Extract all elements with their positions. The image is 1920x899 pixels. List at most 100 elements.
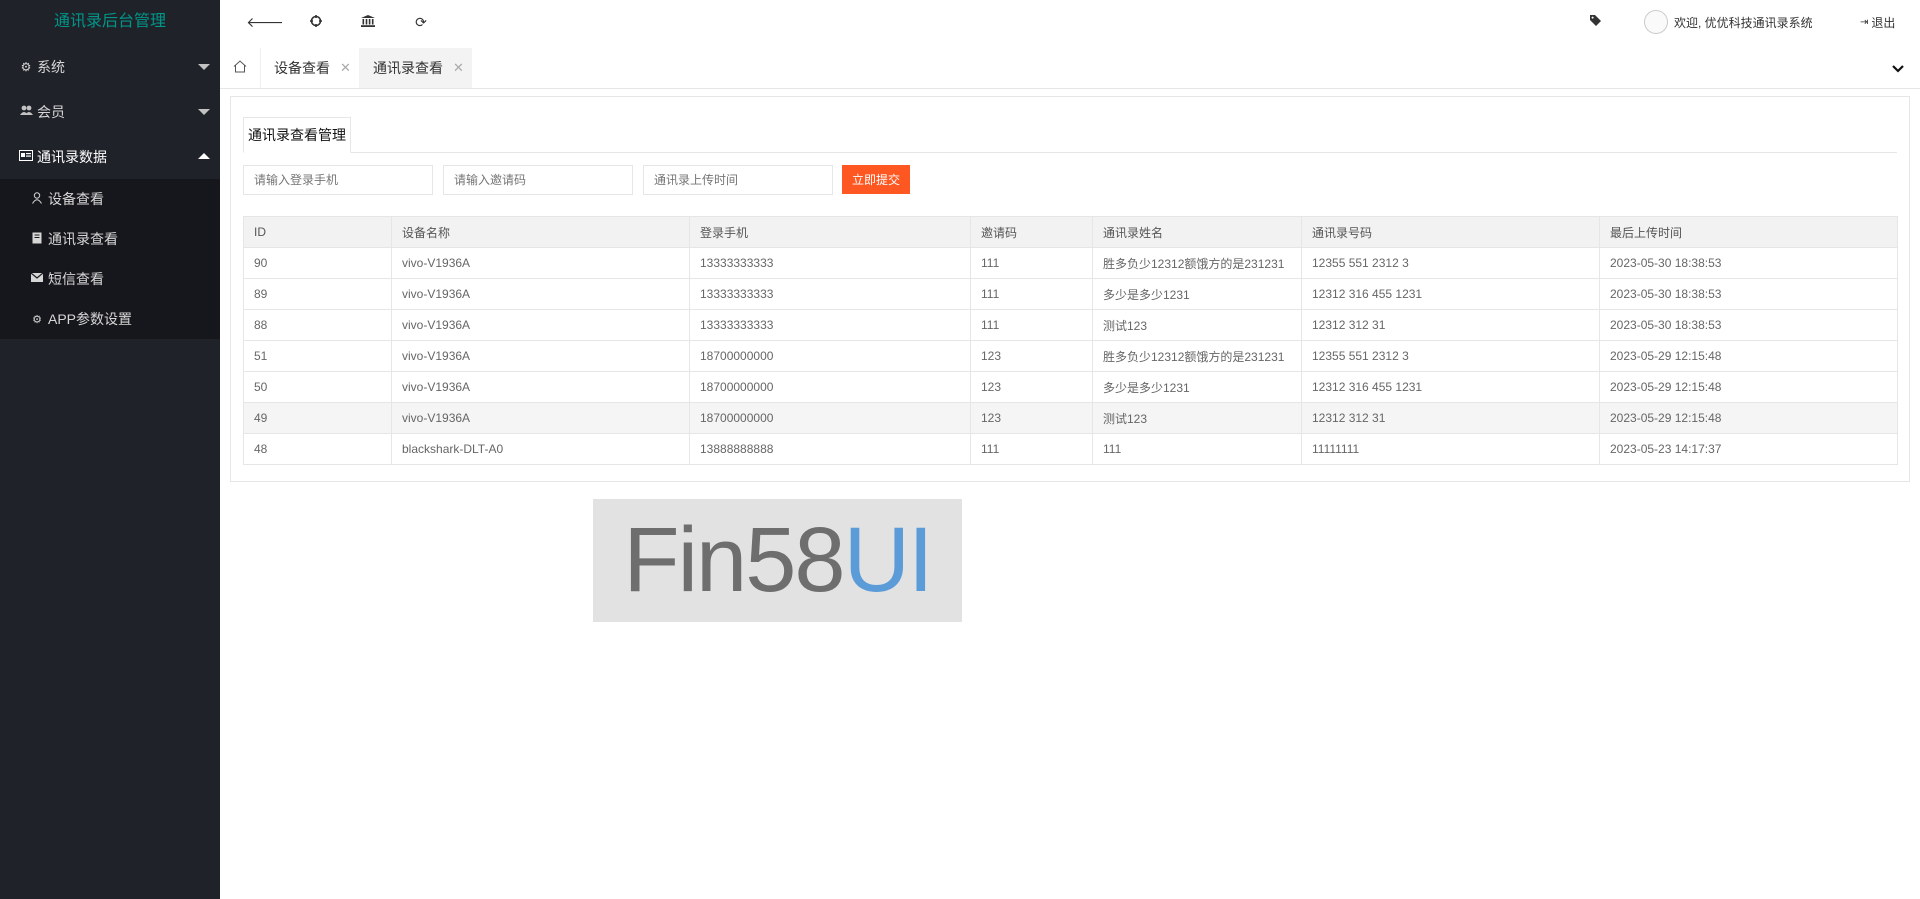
column-header-contact-number: 通讯录号码 xyxy=(1301,216,1600,248)
chevron-down-icon xyxy=(198,63,210,70)
cell-upload-time: 2023-05-30 18:38:53 xyxy=(1599,247,1898,279)
cell-contact-name: 111 xyxy=(1092,433,1302,465)
cell-code: 111 xyxy=(970,278,1093,310)
close-icon[interactable]: ✕ xyxy=(453,60,464,76)
sidebar-item-devices[interactable]: 设备查看 xyxy=(0,179,220,219)
cell-code: 111 xyxy=(970,309,1093,341)
chevron-down-icon xyxy=(198,108,210,115)
avatar xyxy=(1644,10,1668,34)
cell-upload-time: 2023-05-29 12:15:48 xyxy=(1599,371,1898,403)
refresh-button[interactable]: ⟳ xyxy=(401,0,441,44)
sidebar-item-system[interactable]: ⚙ 系统 xyxy=(0,44,220,89)
sidebar-item-label: 通讯录数据 xyxy=(37,148,107,165)
tag-button[interactable] xyxy=(1590,0,1601,44)
submit-button[interactable]: 立即提交 xyxy=(842,165,910,194)
cell-upload-time: 2023-05-29 12:15:48 xyxy=(1599,340,1898,372)
logout-icon: ⇥ xyxy=(1860,16,1869,28)
cell-contact-number: 12355 551 2312 3 xyxy=(1301,340,1600,372)
sidebar-item-sms[interactable]: 短信查看 xyxy=(0,259,220,299)
upload-time-input[interactable] xyxy=(643,165,833,195)
divider xyxy=(243,152,1897,153)
sidebar-item-label: 短信查看 xyxy=(48,271,104,287)
user-icon xyxy=(30,191,44,207)
fullscreen-button[interactable] xyxy=(296,0,336,44)
cell-contact-name: 测试123 xyxy=(1092,309,1302,341)
cell-device: vivo-V1936A xyxy=(391,371,690,403)
cell-phone: 13333333333 xyxy=(689,278,971,310)
logout-button[interactable]: ⇥ 退出 xyxy=(1860,0,1895,44)
home-tab[interactable] xyxy=(220,48,261,88)
cell-contact-number: 12312 316 455 1231 xyxy=(1301,371,1600,403)
cell-contact-name: 多少是多少1231 xyxy=(1092,278,1302,310)
gear-icon: ⚙ xyxy=(20,59,32,74)
home-bank-button[interactable] xyxy=(348,0,388,44)
sidebar-item-contacts-data[interactable]: 通讯录数据 xyxy=(0,134,220,179)
cell-code: 111 xyxy=(970,433,1093,465)
tabs-menu-button[interactable] xyxy=(1880,48,1916,88)
cell-phone: 18700000000 xyxy=(689,402,971,434)
cell-code: 111 xyxy=(970,247,1093,279)
cell-contact-name: 胜多负少12312额饿方的是231231 xyxy=(1092,247,1302,279)
tab-label: 设备查看 xyxy=(274,60,330,76)
cell-contact-name: 胜多负少12312额饿方的是231231 xyxy=(1092,340,1302,372)
contacts-table: ID 设备名称 登录手机 邀请码 通讯录姓名 通讯录号码 最后上传时间 90 v… xyxy=(243,216,1898,465)
column-header-contact-name: 通讯录姓名 xyxy=(1092,216,1302,248)
close-icon[interactable]: ✕ xyxy=(340,60,351,76)
watermark-text: Fin58 xyxy=(623,509,845,611)
table-row[interactable]: 51 vivo-V1936A 18700000000 123 胜多负少12312… xyxy=(243,340,1898,372)
cell-phone: 13333333333 xyxy=(689,309,971,341)
top-header: 🡐 ⟳ 欢迎, 优优科技通讯录系统 ⇥ 退出 xyxy=(220,0,1920,49)
column-header-code: 邀请码 xyxy=(970,216,1093,248)
refresh-icon: ⟳ xyxy=(415,13,427,30)
back-button[interactable]: 🡐 xyxy=(245,0,285,44)
cell-id: 51 xyxy=(243,340,392,372)
envelope-icon xyxy=(30,272,44,285)
watermark-text-accent: UI xyxy=(843,509,934,611)
column-header-phone: 登录手机 xyxy=(689,216,971,248)
table-row[interactable]: 48 blackshark-DLT-A0 13888888888 111 111… xyxy=(243,433,1898,465)
cell-upload-time: 2023-05-30 18:38:53 xyxy=(1599,278,1898,310)
cell-id: 89 xyxy=(243,278,392,310)
bank-icon xyxy=(361,14,375,30)
sidebar: 通讯录后台管理 ⚙ 系统 会员 通讯录数据 设备查看 通讯录查看 短信查看 ⚙ … xyxy=(0,0,220,899)
tab-contacts[interactable]: 通讯录查看 ✕ xyxy=(359,48,472,88)
users-icon xyxy=(19,105,33,119)
book-icon xyxy=(30,232,44,247)
phone-search-input[interactable] xyxy=(243,165,433,195)
watermark-logo: Fin58 UI xyxy=(593,499,962,622)
sidebar-item-contacts[interactable]: 通讯录查看 xyxy=(0,219,220,259)
cell-contact-name: 测试123 xyxy=(1092,402,1302,434)
main-panel: 通讯录查看管理 立即提交 ID 设备名称 登录手机 邀请码 通讯录姓名 通讯录号… xyxy=(230,96,1910,482)
cell-id: 88 xyxy=(243,309,392,341)
cell-contact-number: 12312 312 31 xyxy=(1301,402,1600,434)
tab-devices[interactable]: 设备查看 ✕ xyxy=(260,48,359,88)
cell-device: vivo-V1936A xyxy=(391,340,690,372)
arrow-left-icon: 🡐 xyxy=(246,13,284,30)
cell-id: 90 xyxy=(243,247,392,279)
chevron-up-icon xyxy=(198,152,210,159)
table-row[interactable]: 50 vivo-V1936A 18700000000 123 多少是多少1231… xyxy=(243,371,1898,403)
user-greeting: 欢迎, 优优科技通讯录系统 xyxy=(1674,15,1813,30)
sidebar-item-members[interactable]: 会员 xyxy=(0,89,220,134)
cell-phone: 18700000000 xyxy=(689,371,971,403)
sidebar-item-app-settings[interactable]: ⚙ APP参数设置 xyxy=(0,299,220,339)
app-title: 通讯录后台管理 xyxy=(53,13,166,30)
column-header-id: ID xyxy=(243,216,392,248)
table-row[interactable]: 49 vivo-V1936A 18700000000 123 测试123 123… xyxy=(243,402,1898,434)
cell-id: 50 xyxy=(243,371,392,403)
table-row[interactable]: 90 vivo-V1936A 13333333333 111 胜多负少12312… xyxy=(243,247,1898,279)
logout-label: 退出 xyxy=(1871,15,1896,30)
invite-code-input[interactable] xyxy=(443,165,633,195)
table-row[interactable]: 88 vivo-V1936A 13333333333 111 测试123 123… xyxy=(243,309,1898,341)
user-menu[interactable]: 欢迎, 优优科技通讯录系统 xyxy=(1644,0,1813,44)
panel-title-tab[interactable]: 通讯录查看管理 xyxy=(243,117,351,153)
cell-code: 123 xyxy=(970,371,1093,403)
cell-id: 48 xyxy=(243,433,392,465)
cell-contact-number: 12312 312 31 xyxy=(1301,309,1600,341)
table-row[interactable]: 89 vivo-V1936A 13333333333 111 多少是多少1231… xyxy=(243,278,1898,310)
cell-device: vivo-V1936A xyxy=(391,309,690,341)
cell-contact-number: 11111111 xyxy=(1301,433,1600,465)
column-header-device: 设备名称 xyxy=(391,216,690,248)
cell-upload-time: 2023-05-29 12:15:48 xyxy=(1599,402,1898,434)
chevron-down-icon xyxy=(1892,60,1904,76)
